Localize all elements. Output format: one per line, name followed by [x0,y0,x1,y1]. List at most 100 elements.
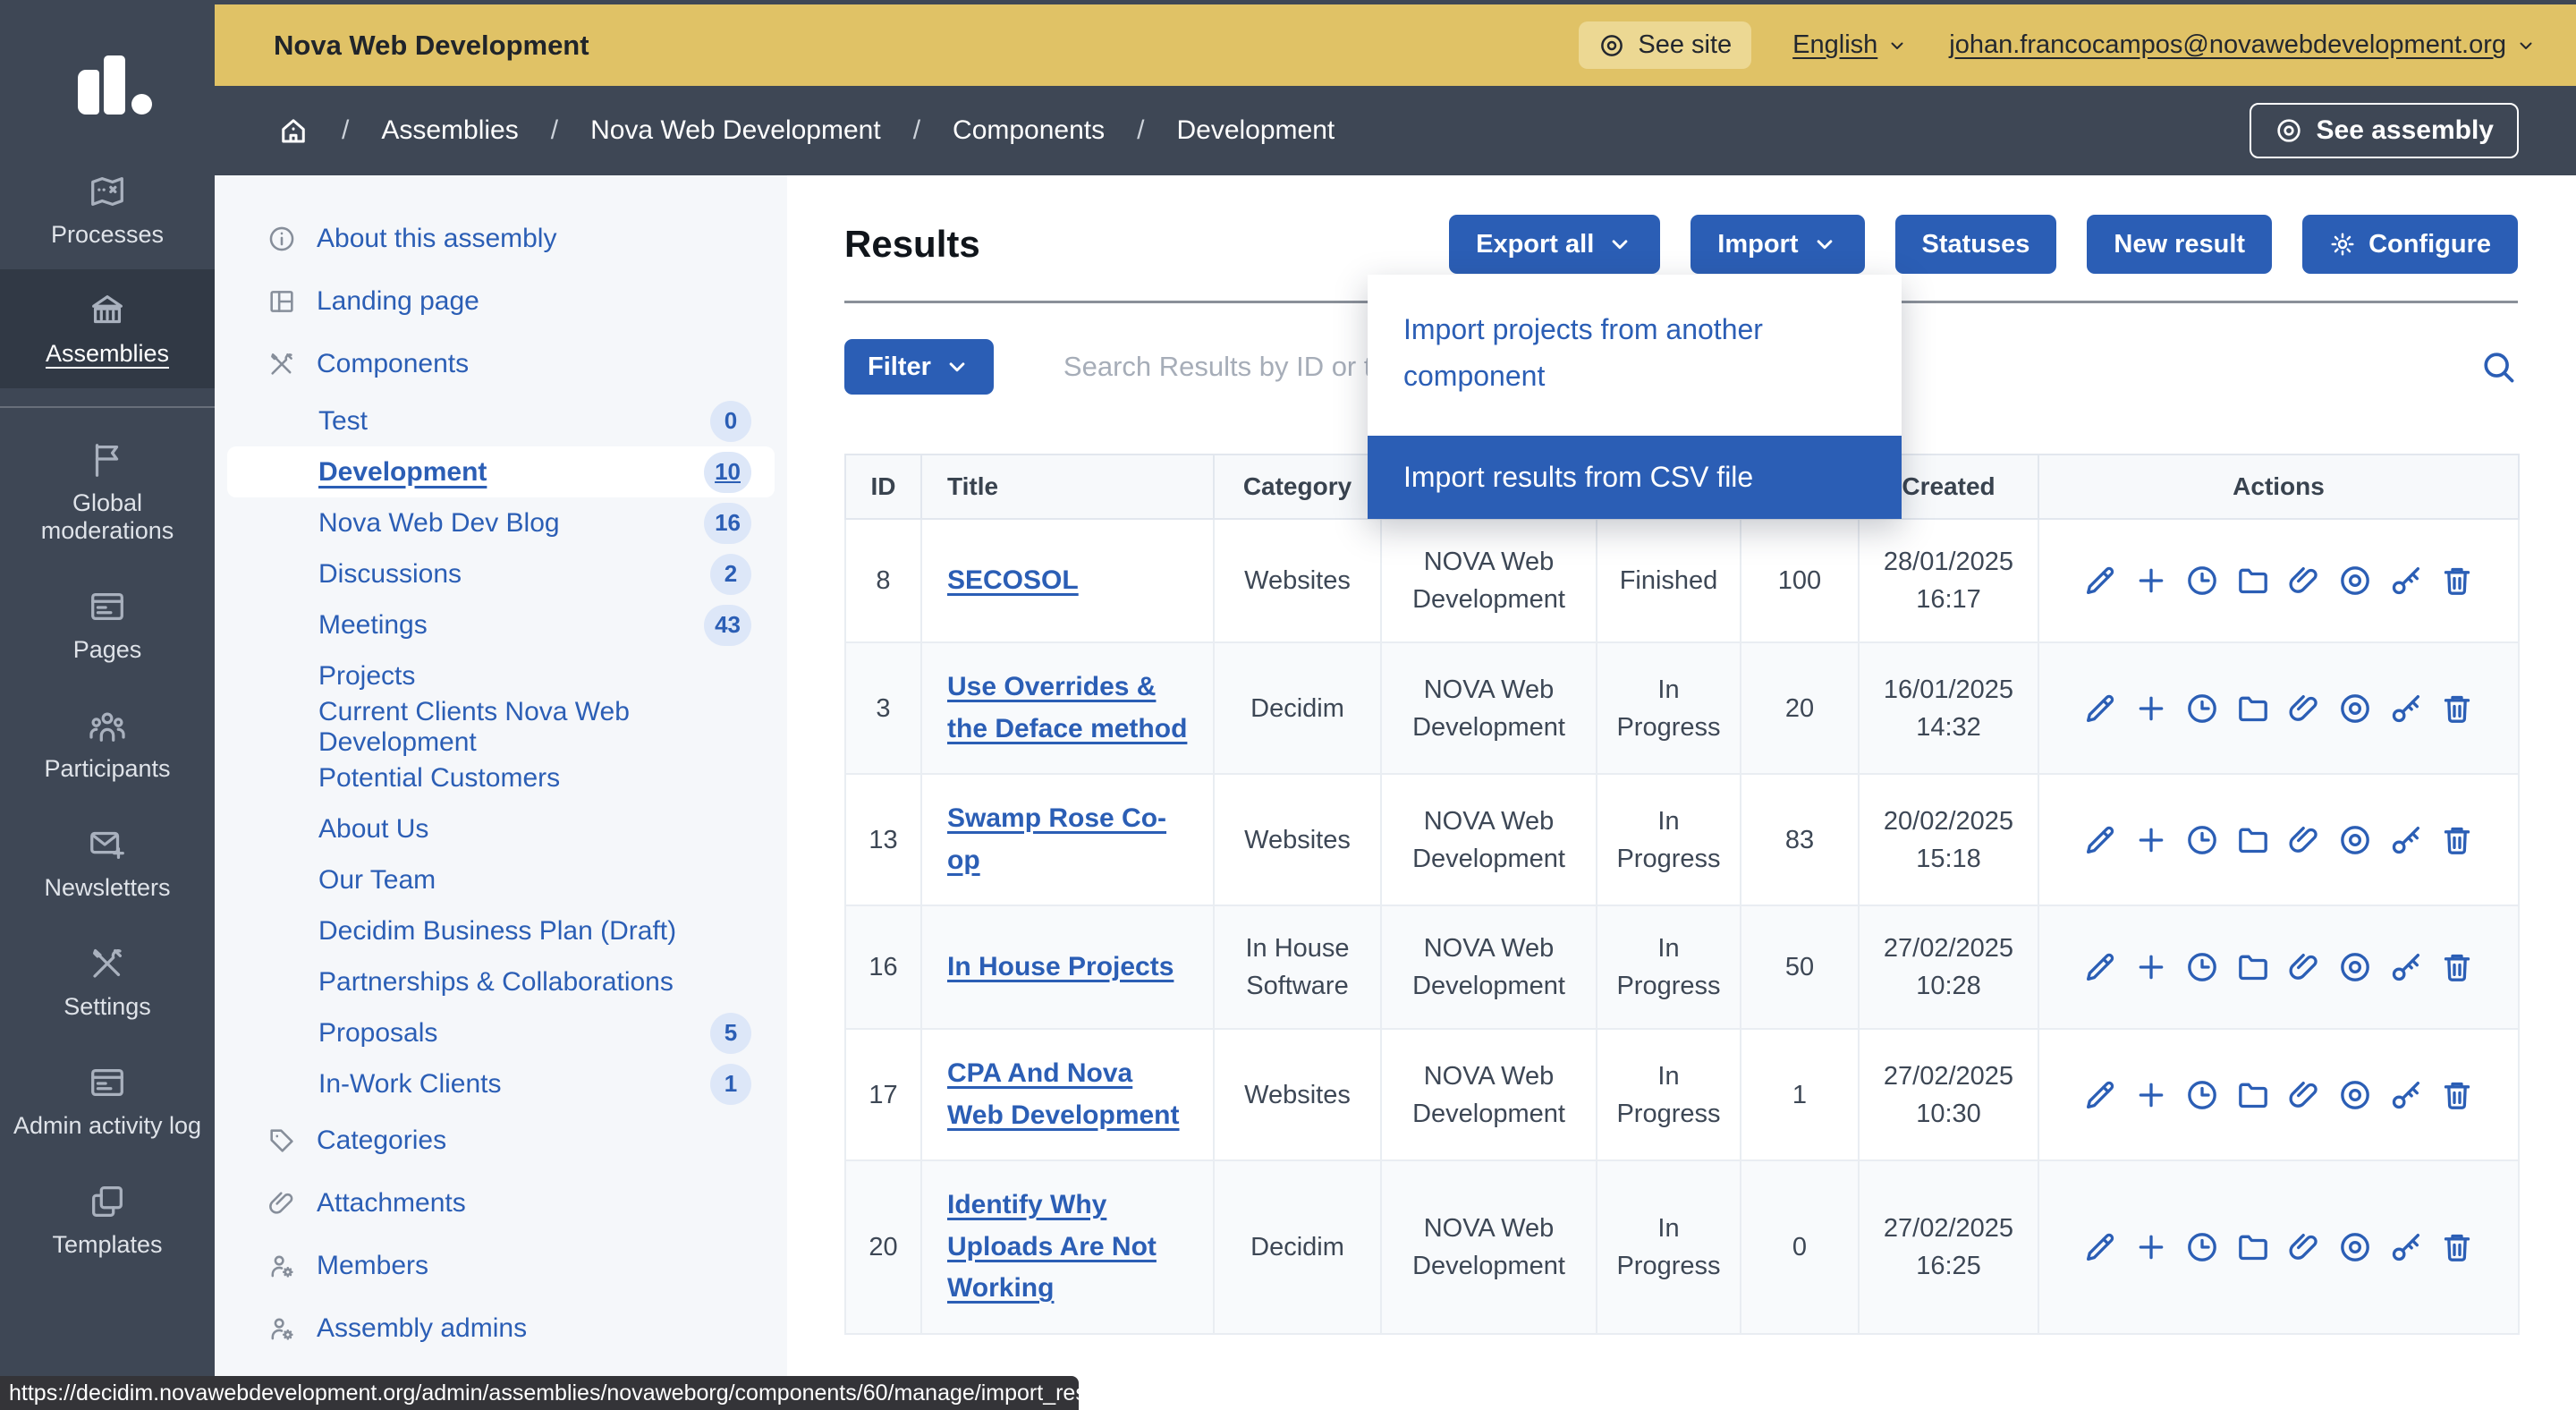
folder-icon[interactable] [2235,691,2271,726]
configure-button[interactable]: Configure [2302,215,2518,274]
add-icon[interactable] [2133,1229,2169,1265]
permissions-icon[interactable] [2388,691,2424,726]
search-button[interactable] [2479,347,2518,386]
component-item-nova-web-dev-blog[interactable]: Nova Web Dev Blog 16 [227,497,775,548]
attachments-icon[interactable] [2286,563,2322,599]
language-dropdown[interactable]: English [1792,30,1908,60]
component-item-our-team[interactable]: Our Team [227,854,775,905]
delete-icon[interactable] [2439,691,2475,726]
result-link[interactable]: SECOSOL [947,565,1079,595]
component-item-test[interactable]: Test 0 [227,395,775,446]
menu-item-components[interactable]: Components [215,333,787,395]
folder-icon[interactable] [2235,1077,2271,1113]
history-icon[interactable] [2184,822,2220,858]
attachments-icon[interactable] [2286,691,2322,726]
attachments-icon[interactable] [2286,1229,2322,1265]
add-icon[interactable] [2133,822,2169,858]
add-icon[interactable] [2133,691,2169,726]
result-link[interactable]: Use Overrides & the Deface method [947,672,1187,743]
folder-icon[interactable] [2235,822,2271,858]
permissions-icon[interactable] [2388,949,2424,985]
component-item-meetings[interactable]: Meetings 43 [227,599,775,650]
edit-icon[interactable] [2082,949,2118,985]
sidebar-item-processes[interactable]: Processes [0,150,215,269]
sidebar-item-global-moderations[interactable]: Global moderations [0,419,215,565]
breadcrumb-components[interactable]: Components [953,115,1105,146]
breadcrumb-assembly[interactable]: Nova Web Development [590,115,881,146]
folder-icon[interactable] [2235,563,2271,599]
preview-icon[interactable] [2337,949,2373,985]
menu-item-attachments[interactable]: Attachments [215,1172,787,1235]
permissions-icon[interactable] [2388,563,2424,599]
edit-icon[interactable] [2082,822,2118,858]
permissions-icon[interactable] [2388,1229,2424,1265]
menu-item-about-assembly[interactable]: About this assembly [215,208,787,270]
filter-button[interactable]: Filter [844,339,994,395]
preview-icon[interactable] [2337,691,2373,726]
edit-icon[interactable] [2082,563,2118,599]
menu-item-assembly-admins[interactable]: Assembly admins [215,1297,787,1360]
component-item-development[interactable]: Development 10 [227,446,775,497]
delete-icon[interactable] [2439,1077,2475,1113]
export-all-button[interactable]: Export all [1449,215,1660,274]
preview-icon[interactable] [2337,822,2373,858]
component-item-proposals[interactable]: Proposals 5 [227,1007,775,1058]
user-menu-dropdown[interactable]: johan.francocampos@novawebdevelopment.or… [1949,30,2537,60]
folder-icon[interactable] [2235,1229,2271,1265]
delete-icon[interactable] [2439,949,2475,985]
statuses-button[interactable]: Statuses [1895,215,2057,274]
sidebar-item-participants[interactable]: Participants [0,684,215,803]
add-icon[interactable] [2133,949,2169,985]
attachments-icon[interactable] [2286,1077,2322,1113]
menu-item-landing-page[interactable]: Landing page [215,270,787,333]
add-icon[interactable] [2133,563,2169,599]
component-item-discussions[interactable]: Discussions 2 [227,548,775,599]
history-icon[interactable] [2184,949,2220,985]
folder-icon[interactable] [2235,949,2271,985]
result-link[interactable]: Swamp Rose Co-op [947,803,1166,875]
permissions-icon[interactable] [2388,1077,2424,1113]
sidebar-item-settings[interactable]: Settings [0,922,215,1041]
decidim-logo[interactable] [58,50,157,129]
sidebar-item-templates[interactable]: Templates [0,1160,215,1279]
edit-icon[interactable] [2082,1077,2118,1113]
see-assembly-button[interactable]: See assembly [2250,103,2519,158]
breadcrumb-current[interactable]: Development [1176,115,1335,146]
component-item-projects[interactable]: Projects [227,650,775,701]
attachments-icon[interactable] [2286,822,2322,858]
component-item-potential-customers[interactable]: Potential Customers [227,752,775,803]
delete-icon[interactable] [2439,563,2475,599]
preview-icon[interactable] [2337,1077,2373,1113]
component-item-in-work-clients[interactable]: In-Work Clients 1 [227,1058,775,1109]
history-icon[interactable] [2184,563,2220,599]
sidebar-item-pages[interactable]: Pages [0,565,215,684]
delete-icon[interactable] [2439,1229,2475,1265]
sidebar-item-assemblies[interactable]: Assemblies [0,269,215,388]
breadcrumb-assemblies[interactable]: Assemblies [381,115,518,146]
new-result-button[interactable]: New result [2087,215,2272,274]
delete-icon[interactable] [2439,822,2475,858]
attachments-icon[interactable] [2286,949,2322,985]
history-icon[interactable] [2184,691,2220,726]
menu-item-members[interactable]: Members [215,1235,787,1297]
add-icon[interactable] [2133,1077,2169,1113]
component-item-current-clients[interactable]: Current Clients Nova Web Development [227,701,775,752]
component-item-about-us[interactable]: About Us [227,803,775,854]
edit-icon[interactable] [2082,1229,2118,1265]
preview-icon[interactable] [2337,563,2373,599]
menu-item-categories[interactable]: Categories [215,1109,787,1172]
component-item-partnerships[interactable]: Partnerships & Collaborations [227,956,775,1007]
menu-item-import-projects[interactable]: Import projects from another component [1368,275,1902,436]
component-item-decidim-business-plan[interactable]: Decidim Business Plan (Draft) [227,905,775,956]
history-icon[interactable] [2184,1229,2220,1265]
sidebar-item-newsletters[interactable]: Newsletters [0,803,215,922]
permissions-icon[interactable] [2388,822,2424,858]
edit-icon[interactable] [2082,691,2118,726]
result-link[interactable]: CPA And Nova Web Development [947,1058,1180,1130]
menu-item-import-results-csv[interactable]: Import results from CSV file [1368,436,1902,519]
sidebar-item-admin-activity-log[interactable]: Admin activity log [0,1041,215,1160]
import-button[interactable]: Import [1690,215,1864,274]
home-icon[interactable] [277,115,309,147]
result-link[interactable]: Identify Why Uploads Are Not Working [947,1190,1157,1303]
result-link[interactable]: In House Projects [947,952,1174,981]
